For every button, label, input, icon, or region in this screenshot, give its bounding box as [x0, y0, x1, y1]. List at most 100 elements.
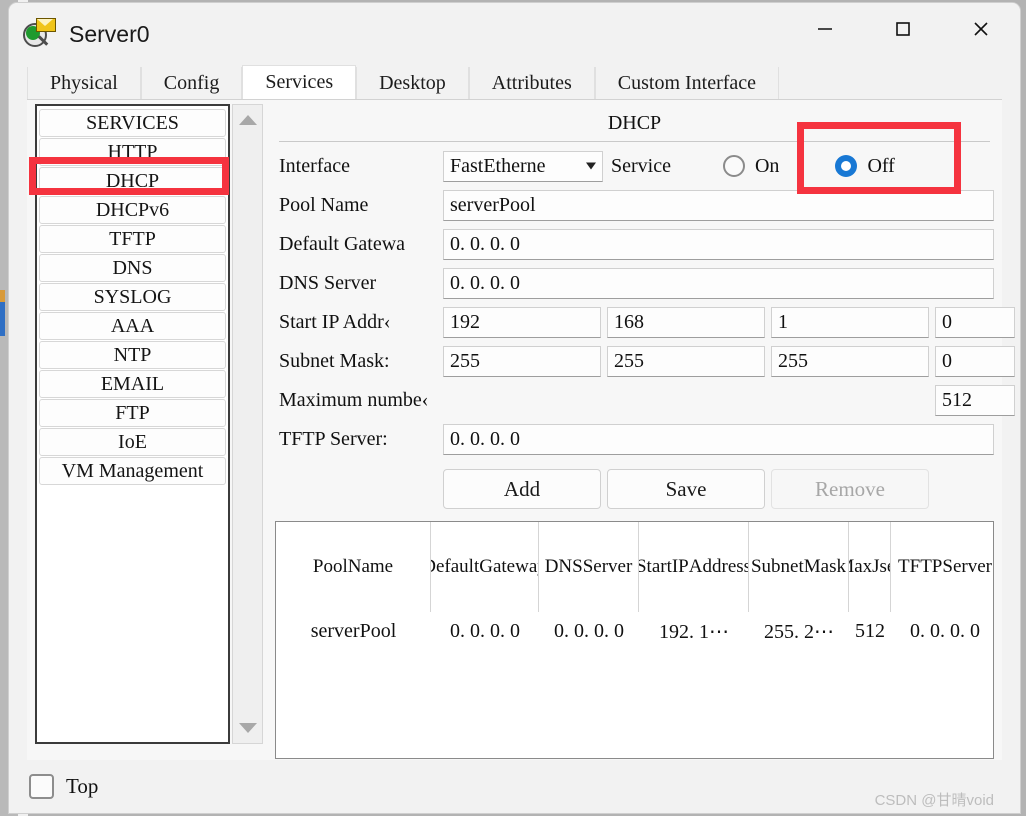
subnet-mask-octet3[interactable]: 255	[771, 345, 929, 377]
table-header-start-ip-address: Start IP Address	[639, 522, 749, 612]
dns-server-row: DNS Server 0. 0. 0. 0	[275, 265, 994, 301]
sidebar-item-vm-management[interactable]: VM Management	[39, 457, 226, 485]
table-row[interactable]: serverPool 0. 0. 0. 0 0. 0. 0. 0 192. 1⋯…	[276, 612, 993, 650]
start-ip-octet4[interactable]: 0	[935, 306, 1015, 338]
tab-services[interactable]: Services	[242, 65, 357, 99]
background-accent-blue	[0, 302, 5, 336]
sidebar-item-tftp[interactable]: TFTP	[39, 225, 226, 253]
tab-custom-interface[interactable]: Custom Interface	[594, 67, 780, 99]
interface-row: Interface FastEtherne Service On Off	[275, 121, 994, 194]
sidebar-item-dhcpv6[interactable]: DHCPv6	[39, 196, 226, 224]
interface-label: Interface	[279, 154, 351, 177]
table-header-row: PoolName DefaultGateway DNSServer StartI…	[276, 522, 993, 612]
sidebar-item-dns[interactable]: DNS	[39, 254, 226, 282]
cell-dns-server: 0. 0. 0. 0	[554, 619, 624, 642]
tab-desktop[interactable]: Desktop	[356, 67, 469, 99]
title-bar: Server0	[9, 3, 1020, 65]
tftp-server-label: TFTP Server:	[279, 427, 388, 450]
content-area: SERVICES HTTP DHCP DHCPv6 TFTP DNS SYSLO…	[27, 100, 1015, 760]
scroll-down-arrow-icon[interactable]	[238, 723, 257, 733]
table-header-pool-name: Pool Name	[276, 522, 431, 612]
sidebar-item-aaa[interactable]: AAA	[39, 312, 226, 340]
pool-name-label: Pool Name	[279, 193, 369, 216]
start-ip-octet3[interactable]: 1	[771, 306, 929, 338]
watermark: CSDN @甘晴void	[874, 792, 994, 809]
services-sidebar: SERVICES HTTP DHCP DHCPv6 TFTP DNS SYSLO…	[29, 104, 263, 744]
top-checkbox-label: Top	[66, 773, 99, 798]
sidebar-item-dhcp[interactable]: DHCP	[39, 167, 226, 195]
dns-server-input[interactable]: 0. 0. 0. 0	[443, 267, 994, 299]
service-on-option[interactable]: On	[722, 154, 780, 178]
table-header-subnet-mask: Subnet Mask	[749, 522, 849, 612]
cell-max-users: 512	[855, 619, 885, 642]
subnet-mask-row: Subnet Mask: 255 255 255 0	[275, 343, 1015, 379]
subnet-mask-octet4[interactable]: 0	[935, 345, 1015, 377]
cell-pool-name: serverPool	[310, 619, 397, 642]
background-accent-orange	[0, 290, 5, 302]
service-off-option[interactable]: Off	[797, 121, 962, 194]
panel-title: DHCP	[607, 112, 662, 134]
action-buttons: Add Save Remove	[443, 469, 994, 509]
sidebar-item-http[interactable]: HTTP	[39, 138, 226, 166]
service-off-radio[interactable]	[835, 155, 858, 177]
sidebar-item-ntp[interactable]: NTP	[39, 341, 226, 369]
scroll-up-arrow-icon[interactable]	[238, 115, 257, 125]
close-icon[interactable]	[942, 3, 1020, 55]
dns-server-label: DNS Server	[279, 271, 377, 294]
start-ip-label: Start IP Addr‹	[279, 310, 391, 333]
sidebar-scrollbar[interactable]	[232, 104, 263, 744]
subnet-mask-octet2[interactable]: 255	[607, 345, 765, 377]
interface-select-value: FastEtherne	[450, 154, 546, 177]
sidebar-item-ftp[interactable]: FTP	[39, 399, 226, 427]
minimize-icon[interactable]	[786, 3, 864, 55]
start-ip-octet1[interactable]: 192	[443, 306, 601, 338]
interface-select[interactable]: FastEtherne	[443, 150, 603, 182]
pool-name-input[interactable]: serverPool	[443, 189, 994, 221]
server-magnifier-envelope-icon	[23, 17, 57, 51]
panel-divider	[279, 141, 990, 142]
maximize-icon[interactable]	[864, 3, 942, 55]
server-window: Server0 Physical Config Services Desktop…	[8, 2, 1021, 814]
window-controls	[786, 3, 1020, 55]
table-header-default-gateway: DefaultGateway	[431, 522, 539, 612]
services-list: SERVICES HTTP DHCP DHCPv6 TFTP DNS SYSLO…	[35, 104, 230, 744]
table-header-max-users: MaxJser	[849, 522, 891, 612]
footer-bar: Top CSDN @甘晴void	[27, 760, 1002, 812]
top-checkbox[interactable]	[29, 773, 54, 799]
tab-config[interactable]: Config	[140, 67, 243, 99]
save-button[interactable]: Save	[607, 469, 765, 509]
sidebar-item-syslog[interactable]: SYSLOG	[39, 283, 226, 311]
chevron-down-icon	[586, 162, 596, 170]
tftp-server-input[interactable]: 0. 0. 0. 0	[443, 423, 994, 455]
subnet-mask-label: Subnet Mask:	[279, 349, 390, 372]
max-users-row: Maximum numbe‹ 512	[275, 382, 1015, 418]
tab-attributes[interactable]: Attributes	[468, 67, 595, 99]
service-on-label: On	[754, 154, 780, 177]
default-gateway-input[interactable]: 0. 0. 0. 0	[443, 228, 994, 260]
table-header-tftp-server: TFTP Server	[898, 556, 992, 578]
screen-root: Server0 Physical Config Services Desktop…	[0, 0, 1026, 816]
default-gateway-row: Default Gatewa 0. 0. 0. 0	[275, 226, 994, 262]
max-users-label: Maximum numbe‹	[279, 388, 429, 411]
sidebar-item-ioe[interactable]: IoE	[39, 428, 226, 456]
cell-start-ip-address: 192. 1⋯	[659, 620, 729, 643]
pool-name-row: Pool Name serverPool	[275, 187, 994, 223]
max-users-input[interactable]: 512	[935, 384, 1015, 416]
sidebar-item-email[interactable]: EMAIL	[39, 370, 226, 398]
remove-button[interactable]: Remove	[771, 469, 929, 509]
start-ip-octet2[interactable]: 168	[607, 306, 765, 338]
subnet-mask-octet1[interactable]: 255	[443, 345, 601, 377]
sidebar-item-services[interactable]: SERVICES	[39, 109, 226, 137]
dhcp-panel: DHCP Interface FastEtherne Service On Of…	[275, 104, 1015, 759]
add-button[interactable]: Add	[443, 469, 601, 509]
service-on-radio[interactable]	[722, 155, 745, 177]
window-title: Server0	[69, 20, 150, 47]
cell-subnet-mask: 255. 2⋯	[764, 620, 834, 643]
cell-default-gateway: 0. 0. 0. 0	[450, 619, 520, 642]
dhcp-pool-table: PoolName DefaultGateway DNSServer StartI…	[275, 521, 994, 759]
service-label: Service	[611, 154, 671, 177]
default-gateway-label: Default Gatewa	[279, 232, 406, 255]
service-off-label: Off	[867, 154, 895, 177]
tab-physical[interactable]: Physical	[27, 67, 141, 99]
cell-tftp-server: 0. 0. 0. 0	[910, 619, 980, 642]
